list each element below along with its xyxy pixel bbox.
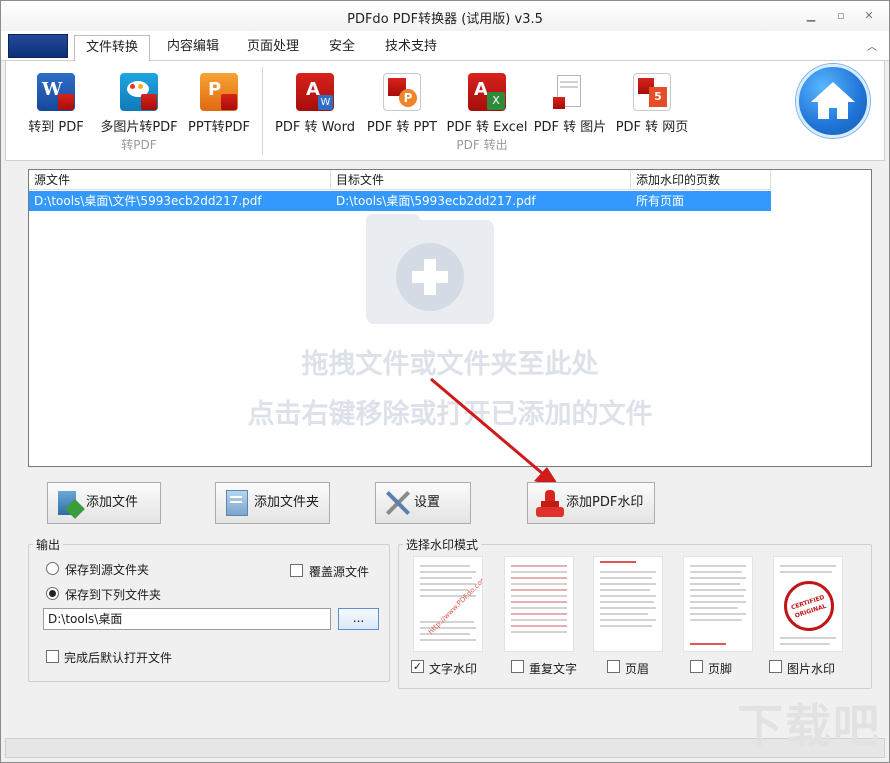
certified-stamp-icon: CERTIFIED ORIGINAL bbox=[784, 581, 834, 631]
add-file-label: 添加文件 bbox=[86, 495, 139, 510]
add-file-icon bbox=[56, 488, 85, 519]
images-to-pdf-button[interactable]: 多图片转PDF bbox=[96, 73, 182, 135]
repeat-text-label: 重复文字 bbox=[529, 662, 578, 676]
ppt-to-pdf-icon: P bbox=[200, 73, 238, 111]
footer-label: 页脚 bbox=[708, 662, 733, 676]
save-to-source-radio[interactable] bbox=[46, 562, 59, 575]
word-to-pdf-button[interactable]: W 转到 PDF bbox=[24, 73, 88, 135]
tools-icon bbox=[384, 488, 412, 518]
footer-checkbox[interactable] bbox=[690, 660, 703, 673]
folder-path-field[interactable]: D:\tools\桌面 bbox=[43, 608, 331, 630]
drop-hint-line1: 拖拽文件或文件夹至此处 bbox=[301, 349, 599, 380]
browse-button[interactable]: ... bbox=[338, 608, 379, 630]
watermark-mode-label: 选择水印模式 bbox=[403, 536, 482, 553]
pdf-to-html-label: PDF 转 网页 bbox=[615, 120, 689, 135]
column-target[interactable]: 目标文件 bbox=[331, 170, 631, 190]
add-folder-label: 添加文件夹 bbox=[254, 495, 320, 510]
pdf-to-excel-button[interactable]: A X PDF 转 Excel bbox=[442, 73, 532, 135]
pdf-to-html-button[interactable]: 5 PDF 转 网页 bbox=[612, 73, 692, 135]
ribbon-panel: W 转到 PDF 多图片转PDF P PPT转PDF 转PDF A W PDF … bbox=[5, 61, 885, 161]
pdf-to-excel-icon: A X bbox=[468, 73, 506, 111]
app-window: PDFdo PDF转换器 (试用版) v3.5 ▁ ▫ ✕ 文件转换 内容编辑 … bbox=[0, 0, 890, 763]
pdf-to-word-icon: A W bbox=[296, 73, 334, 111]
row-target-cell: D:\tools\桌面\5993ecb2dd217.pdf bbox=[336, 194, 536, 208]
pdf-to-excel-label: PDF 转 Excel bbox=[446, 120, 528, 135]
text-watermark-label: 文字水印 bbox=[429, 662, 478, 676]
word-to-pdf-icon: W bbox=[37, 73, 75, 111]
maximize-icon[interactable]: ▫ bbox=[833, 9, 849, 23]
minimize-icon[interactable]: ▁ bbox=[803, 9, 819, 23]
home-button[interactable] bbox=[796, 64, 870, 138]
pdf-to-ppt-button[interactable]: P PDF 转 PPT bbox=[362, 73, 442, 135]
row-source-cell: D:\tools\桌面\文件\5993ecb2dd217.pdf bbox=[34, 194, 262, 208]
table-row[interactable]: D:\tools\桌面\文件\5993ecb2dd217.pdf D:\tool… bbox=[29, 191, 771, 211]
add-pdf-watermark-button[interactable]: 添加PDF水印 bbox=[527, 482, 655, 524]
tab-file-convert[interactable]: 文件转换 bbox=[74, 35, 150, 62]
ribbon-separator bbox=[262, 67, 263, 155]
image-watermark-checkbox[interactable] bbox=[769, 660, 782, 673]
save-to-folder-label: 保存到下列文件夹 bbox=[65, 588, 162, 602]
file-list-header: 源文件 目标文件 添加水印的页数 bbox=[29, 170, 771, 190]
pdf-to-image-button[interactable]: PDF 转 图片 bbox=[528, 73, 612, 135]
add-folder-button[interactable]: 添加文件夹 bbox=[215, 482, 330, 524]
close-icon[interactable]: ✕ bbox=[861, 9, 877, 23]
tab-security[interactable]: 安全 bbox=[317, 35, 367, 62]
add-pdf-watermark-label: 添加PDF水印 bbox=[566, 495, 644, 510]
pdf-to-image-icon bbox=[551, 73, 589, 111]
header-label: 页眉 bbox=[625, 662, 650, 676]
column-pages[interactable]: 添加水印的页数 bbox=[631, 170, 771, 190]
open-after-label: 完成后默认打开文件 bbox=[64, 651, 173, 665]
settings-label: 设置 bbox=[414, 495, 441, 510]
to-pdf-group-label: 转PDF bbox=[121, 138, 157, 152]
from-pdf-group-label: PDF 转出 bbox=[456, 138, 508, 152]
column-source[interactable]: 源文件 bbox=[29, 170, 331, 190]
drop-hint-line2: 点击右键移除或打开已添加的文件 bbox=[247, 399, 653, 430]
add-folder-icon bbox=[224, 488, 252, 518]
pdf-to-ppt-label: PDF 转 PPT bbox=[366, 120, 438, 135]
header-preview[interactable] bbox=[593, 556, 663, 652]
images-to-pdf-icon bbox=[120, 73, 158, 111]
settings-button[interactable]: 设置 bbox=[375, 482, 471, 524]
footer-preview[interactable] bbox=[683, 556, 753, 652]
image-watermark-label: 图片水印 bbox=[787, 662, 836, 676]
repeat-text-checkbox[interactable] bbox=[511, 660, 524, 673]
pdf-to-word-label: PDF 转 Word bbox=[274, 120, 355, 135]
ppt-to-pdf-label: PPT转PDF bbox=[188, 120, 250, 135]
repeat-text-preview[interactable] bbox=[504, 556, 574, 652]
save-to-folder-radio[interactable] bbox=[46, 587, 59, 600]
pdf-to-word-button[interactable]: A W PDF 转 Word bbox=[270, 73, 360, 135]
text-watermark-checkbox[interactable]: ✓ bbox=[411, 660, 424, 673]
overwrite-source-checkbox[interactable] bbox=[290, 564, 303, 577]
home-icon bbox=[811, 82, 855, 119]
add-file-button[interactable]: 添加文件 bbox=[47, 482, 161, 524]
title-bar: PDFdo PDF转换器 (试用版) v3.5 ▁ ▫ ✕ bbox=[1, 1, 889, 31]
open-after-checkbox[interactable] bbox=[46, 650, 59, 663]
text-watermark-preview[interactable]: http://www.PDFdo.com bbox=[413, 556, 483, 652]
tab-page-process[interactable]: 页面处理 bbox=[237, 35, 309, 62]
tab-content-edit[interactable]: 内容编辑 bbox=[157, 35, 229, 62]
word-to-pdf-label: 转到 PDF bbox=[28, 120, 84, 135]
ppt-to-pdf-button[interactable]: P PPT转PDF bbox=[186, 73, 252, 135]
pdf-to-ppt-icon: P bbox=[383, 73, 421, 111]
images-to-pdf-label: 多图片转PDF bbox=[100, 120, 178, 135]
output-group-label: 输出 bbox=[33, 536, 64, 553]
app-menu-button[interactable] bbox=[8, 34, 68, 58]
window-title: PDFdo PDF转换器 (试用版) v3.5 bbox=[347, 12, 543, 27]
collapse-ribbon-icon[interactable]: ︿ bbox=[867, 38, 877, 53]
header-checkbox[interactable] bbox=[607, 660, 620, 673]
row-pages-cell: 所有页面 bbox=[636, 194, 685, 208]
pdf-to-html-icon: 5 bbox=[633, 73, 671, 111]
pdf-to-image-label: PDF 转 图片 bbox=[533, 120, 607, 135]
overwrite-source-label: 覆盖源文件 bbox=[309, 565, 370, 579]
ribbon-tab-row: 文件转换 内容编辑 页面处理 安全 技术支持 ︿ bbox=[1, 31, 889, 62]
save-to-source-label: 保存到源文件夹 bbox=[65, 563, 150, 577]
corner-watermark-logo: 下载吧 bbox=[737, 699, 881, 753]
image-watermark-preview[interactable]: CERTIFIED ORIGINAL bbox=[773, 556, 843, 652]
tab-support[interactable]: 技术支持 bbox=[375, 35, 447, 62]
file-list[interactable]: 拖拽文件或文件夹至此处 点击右键移除或打开已添加的文件 源文件 目标文件 添加水… bbox=[28, 169, 872, 467]
stamp-icon bbox=[536, 488, 564, 518]
